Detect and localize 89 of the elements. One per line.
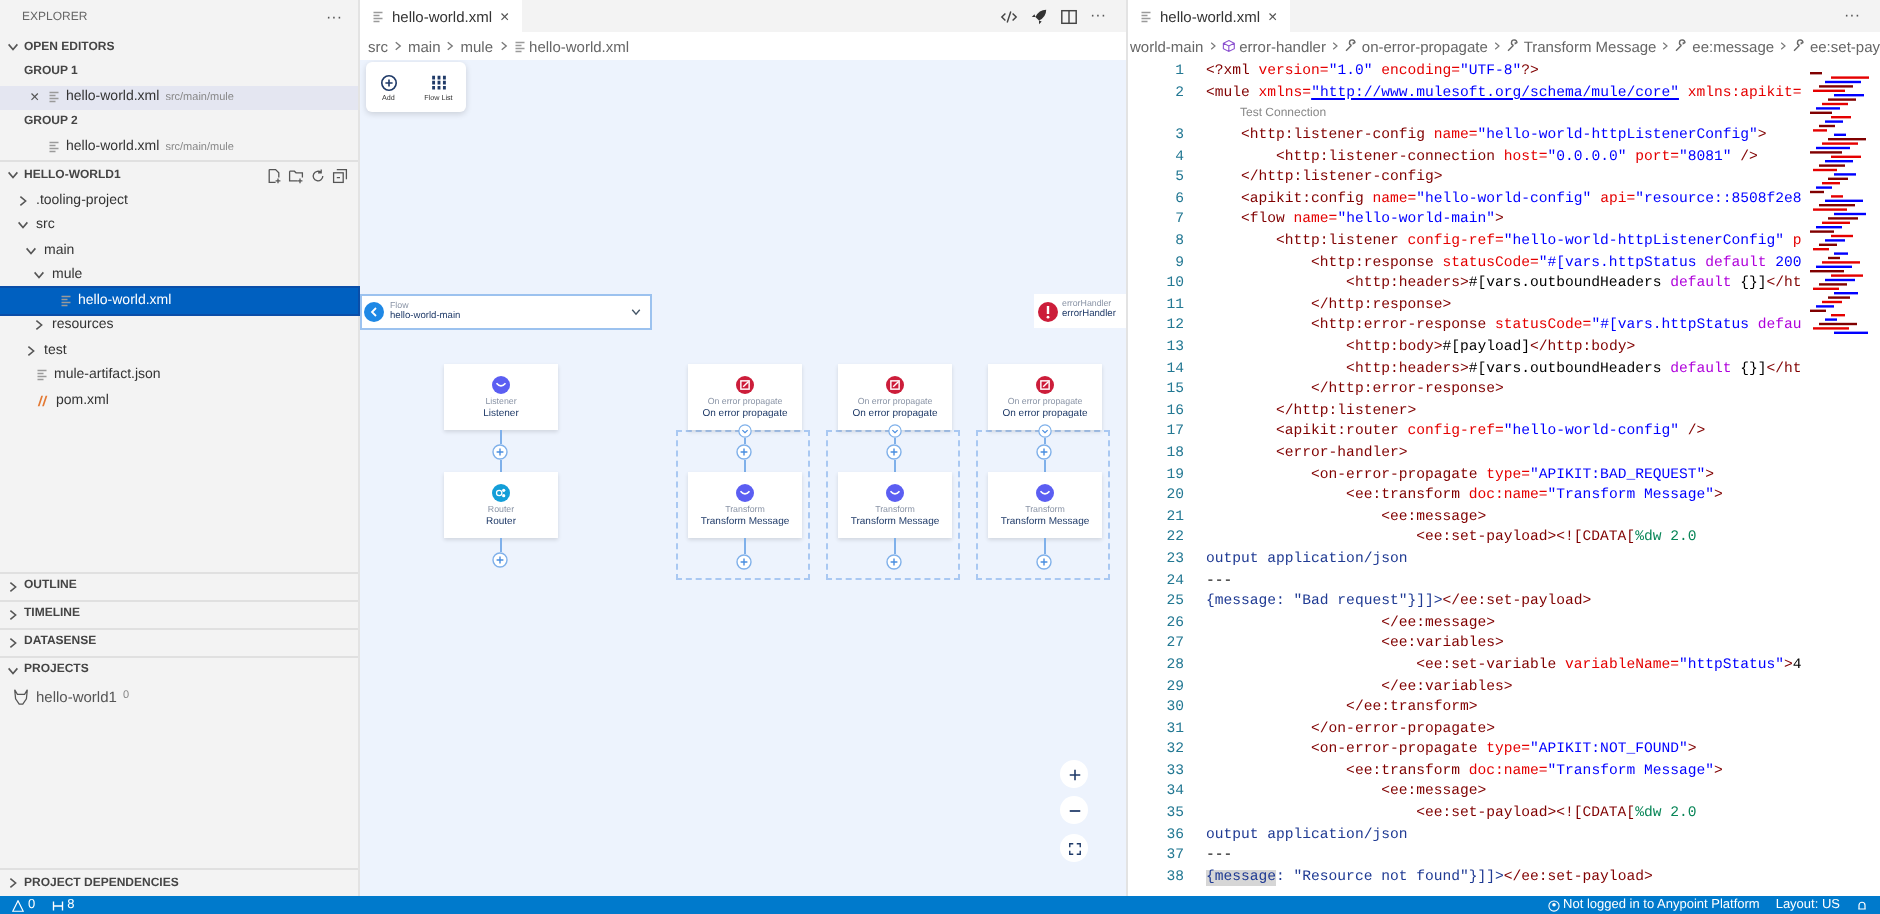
project-icon [12,687,30,706]
error-node-icon [1036,375,1054,393]
chevron-icon[interactable] [6,635,20,650]
connector-line [500,538,502,552]
chevron-icon [1778,40,1789,52]
plus-icon [886,444,902,460]
transform-node-icon [1036,483,1054,501]
plus-icon [1067,767,1081,781]
chevron-icon[interactable] [6,579,20,594]
account-icon [1547,899,1560,911]
collapse-icon[interactable] [1037,423,1051,437]
collapse-all-icon[interactable] [332,167,348,183]
file-icon [36,368,48,383]
plus-icon [1036,444,1052,460]
new-file-icon[interactable] [266,167,282,183]
error-icon [1038,301,1058,321]
connector-line [500,460,502,472]
file-icon [513,39,526,53]
plus-icon [736,444,752,460]
plus-icon [736,554,752,570]
wrench-icon [1344,38,1358,54]
file-icon [1140,9,1152,23]
cube-icon [1221,38,1236,54]
wrench-icon [1792,38,1806,54]
chevron-icon [1207,40,1218,52]
wrench-icon [1505,38,1520,54]
connector-line [894,460,896,472]
file-icon [372,9,384,23]
plus-icon [492,552,508,568]
connector-line [744,538,746,554]
plus-icon [886,554,902,570]
file-icon [48,140,60,155]
split-editor-icon[interactable] [1060,7,1078,25]
error-node-icon [886,375,904,393]
router-node-icon [492,483,510,501]
chevron-icon[interactable] [6,876,20,890]
chevron-icon[interactable] [24,243,38,258]
wrench-icon [1674,38,1689,54]
refresh-icon[interactable] [310,167,326,183]
new-folder-icon[interactable] [288,167,304,183]
error-node-icon [736,375,754,393]
chevron-icon[interactable] [16,218,30,233]
chevron-icon[interactable] [32,268,46,283]
chevron-icon[interactable] [6,40,20,54]
zoom-out-button[interactable] [1060,796,1088,824]
fullscreen-icon [1067,841,1081,855]
chevron-icon [1491,40,1502,52]
collapse-icon[interactable] [737,423,751,437]
chevron-icon[interactable] [16,193,30,208]
listener-node-icon [492,375,510,393]
chevron-icon [1329,40,1341,52]
chevron-icon[interactable] [6,663,20,678]
more-actions-button[interactable]: ··· [326,9,342,25]
chevron-icon [444,40,457,52]
flow-list-icon [429,73,448,91]
warning-icon [12,899,24,911]
connector-line [894,538,896,554]
connector-line [744,460,746,472]
zoom-in-button[interactable] [1060,760,1088,788]
maven-file-icon [36,393,50,408]
file-icon [48,90,60,105]
chevron-icon [392,40,404,52]
notification-bell-icon[interactable] [1856,899,1868,911]
more-actions-button[interactable]: ··· [1844,8,1860,24]
transform-node-icon [886,483,904,501]
connector-line [1044,538,1046,554]
collapse-icon[interactable] [887,423,901,437]
chevron-icon [497,40,510,52]
chevron-icon[interactable] [630,306,642,318]
chevron-icon[interactable] [6,607,20,622]
connector-line [500,430,502,444]
chevron-icon[interactable] [32,318,46,333]
plus-icon [492,444,508,460]
chevron-icon [1660,40,1671,52]
rocket-icon[interactable] [1030,7,1048,25]
close-button[interactable]: × [30,89,42,106]
connector-line [1044,460,1046,472]
chevron-icon[interactable] [6,168,20,182]
close-button[interactable]: × [500,7,510,25]
add-icon [379,73,398,91]
transform-node-icon [736,483,754,501]
file-icon [60,293,72,308]
more-actions-button[interactable]: ··· [1090,8,1106,24]
chevron-icon[interactable] [24,343,38,358]
plus-icon [1036,554,1052,570]
fit-view-button[interactable] [1060,834,1088,862]
close-button[interactable]: × [1268,7,1278,25]
code-icon[interactable] [1000,7,1018,25]
flow-icon [364,302,384,322]
